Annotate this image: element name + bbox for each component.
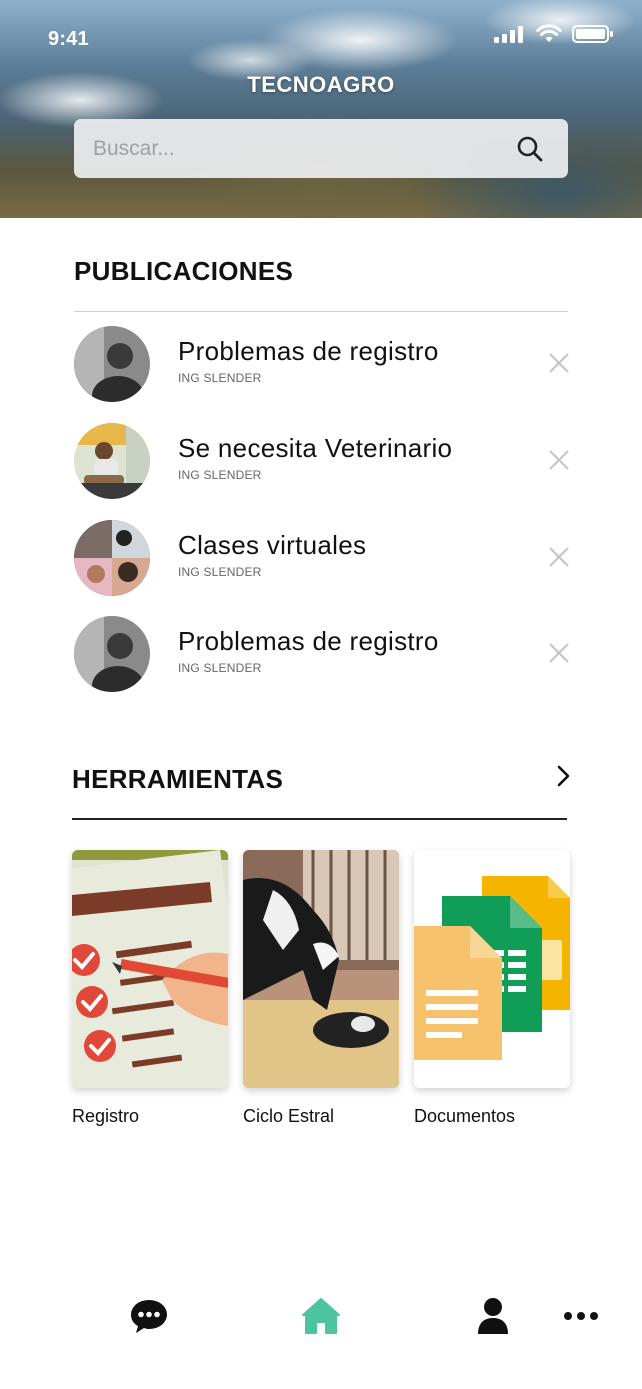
close-icon[interactable] xyxy=(548,352,570,374)
user-icon[interactable] xyxy=(471,1296,515,1336)
publication-author: ING SLENDER xyxy=(178,565,262,579)
herramientas-title: HERRAMIENTAS xyxy=(72,764,284,794)
tool-card-registro[interactable] xyxy=(72,850,228,1088)
header-banner: 9:41 TECNOAGRO xyxy=(0,0,642,218)
documentos-illustration xyxy=(414,850,570,1088)
avatar xyxy=(74,616,150,692)
publicaciones-title: PUBLICACIONES xyxy=(74,256,294,286)
publication-title: Clases virtuales xyxy=(178,530,367,560)
status-icons xyxy=(494,24,614,44)
publicaciones-divider xyxy=(74,311,568,312)
search-bar[interactable] xyxy=(74,119,568,178)
publication-title: Problemas de registro xyxy=(178,336,439,366)
close-icon[interactable] xyxy=(548,449,570,471)
battery-icon xyxy=(572,25,613,43)
search-icon[interactable] xyxy=(516,135,544,163)
publication-item[interactable]: Problemas de registro ING SLENDER xyxy=(74,616,570,696)
publication-author: ING SLENDER xyxy=(178,371,262,385)
home-icon[interactable] xyxy=(299,1296,343,1336)
ciclo-estral-photo xyxy=(243,850,399,1088)
more-icon[interactable] xyxy=(559,1296,603,1336)
tool-label-registro: Registro xyxy=(72,1106,140,1126)
search-input[interactable] xyxy=(93,136,493,161)
tool-label-documentos: Documentos xyxy=(414,1106,516,1126)
publication-title: Se necesita Veterinario xyxy=(178,433,453,463)
status-bar: 9:41 xyxy=(0,0,642,80)
status-time: 9:41 xyxy=(48,28,89,50)
chat-icon[interactable] xyxy=(127,1296,171,1336)
bottom-nav xyxy=(0,1270,642,1389)
publication-item[interactable]: Se necesita Veterinario ING SLENDER xyxy=(74,423,570,503)
avatar xyxy=(74,326,150,402)
publication-item[interactable]: Problemas de registro ING SLENDER xyxy=(74,326,570,406)
signal-icon xyxy=(494,26,523,43)
publication-item[interactable]: Clases virtuales ING SLENDER xyxy=(74,520,570,600)
tool-card-ciclo-estral[interactable] xyxy=(243,850,399,1088)
avatar xyxy=(74,423,150,499)
wifi-icon xyxy=(536,24,562,42)
chevron-right-icon[interactable] xyxy=(556,765,572,787)
publication-title: Problemas de registro xyxy=(178,626,439,656)
registro-illustration xyxy=(72,850,228,1088)
publication-author: ING SLENDER xyxy=(178,661,262,675)
tool-label-ciclo-estral: Ciclo Estral xyxy=(243,1106,335,1126)
close-icon[interactable] xyxy=(548,642,570,664)
tool-card-documentos[interactable] xyxy=(414,850,570,1088)
publication-author: ING SLENDER xyxy=(178,468,262,482)
close-icon[interactable] xyxy=(548,546,570,568)
avatar xyxy=(74,520,150,596)
herramientas-divider xyxy=(72,818,567,820)
app-title: TECNOAGRO xyxy=(247,72,395,97)
